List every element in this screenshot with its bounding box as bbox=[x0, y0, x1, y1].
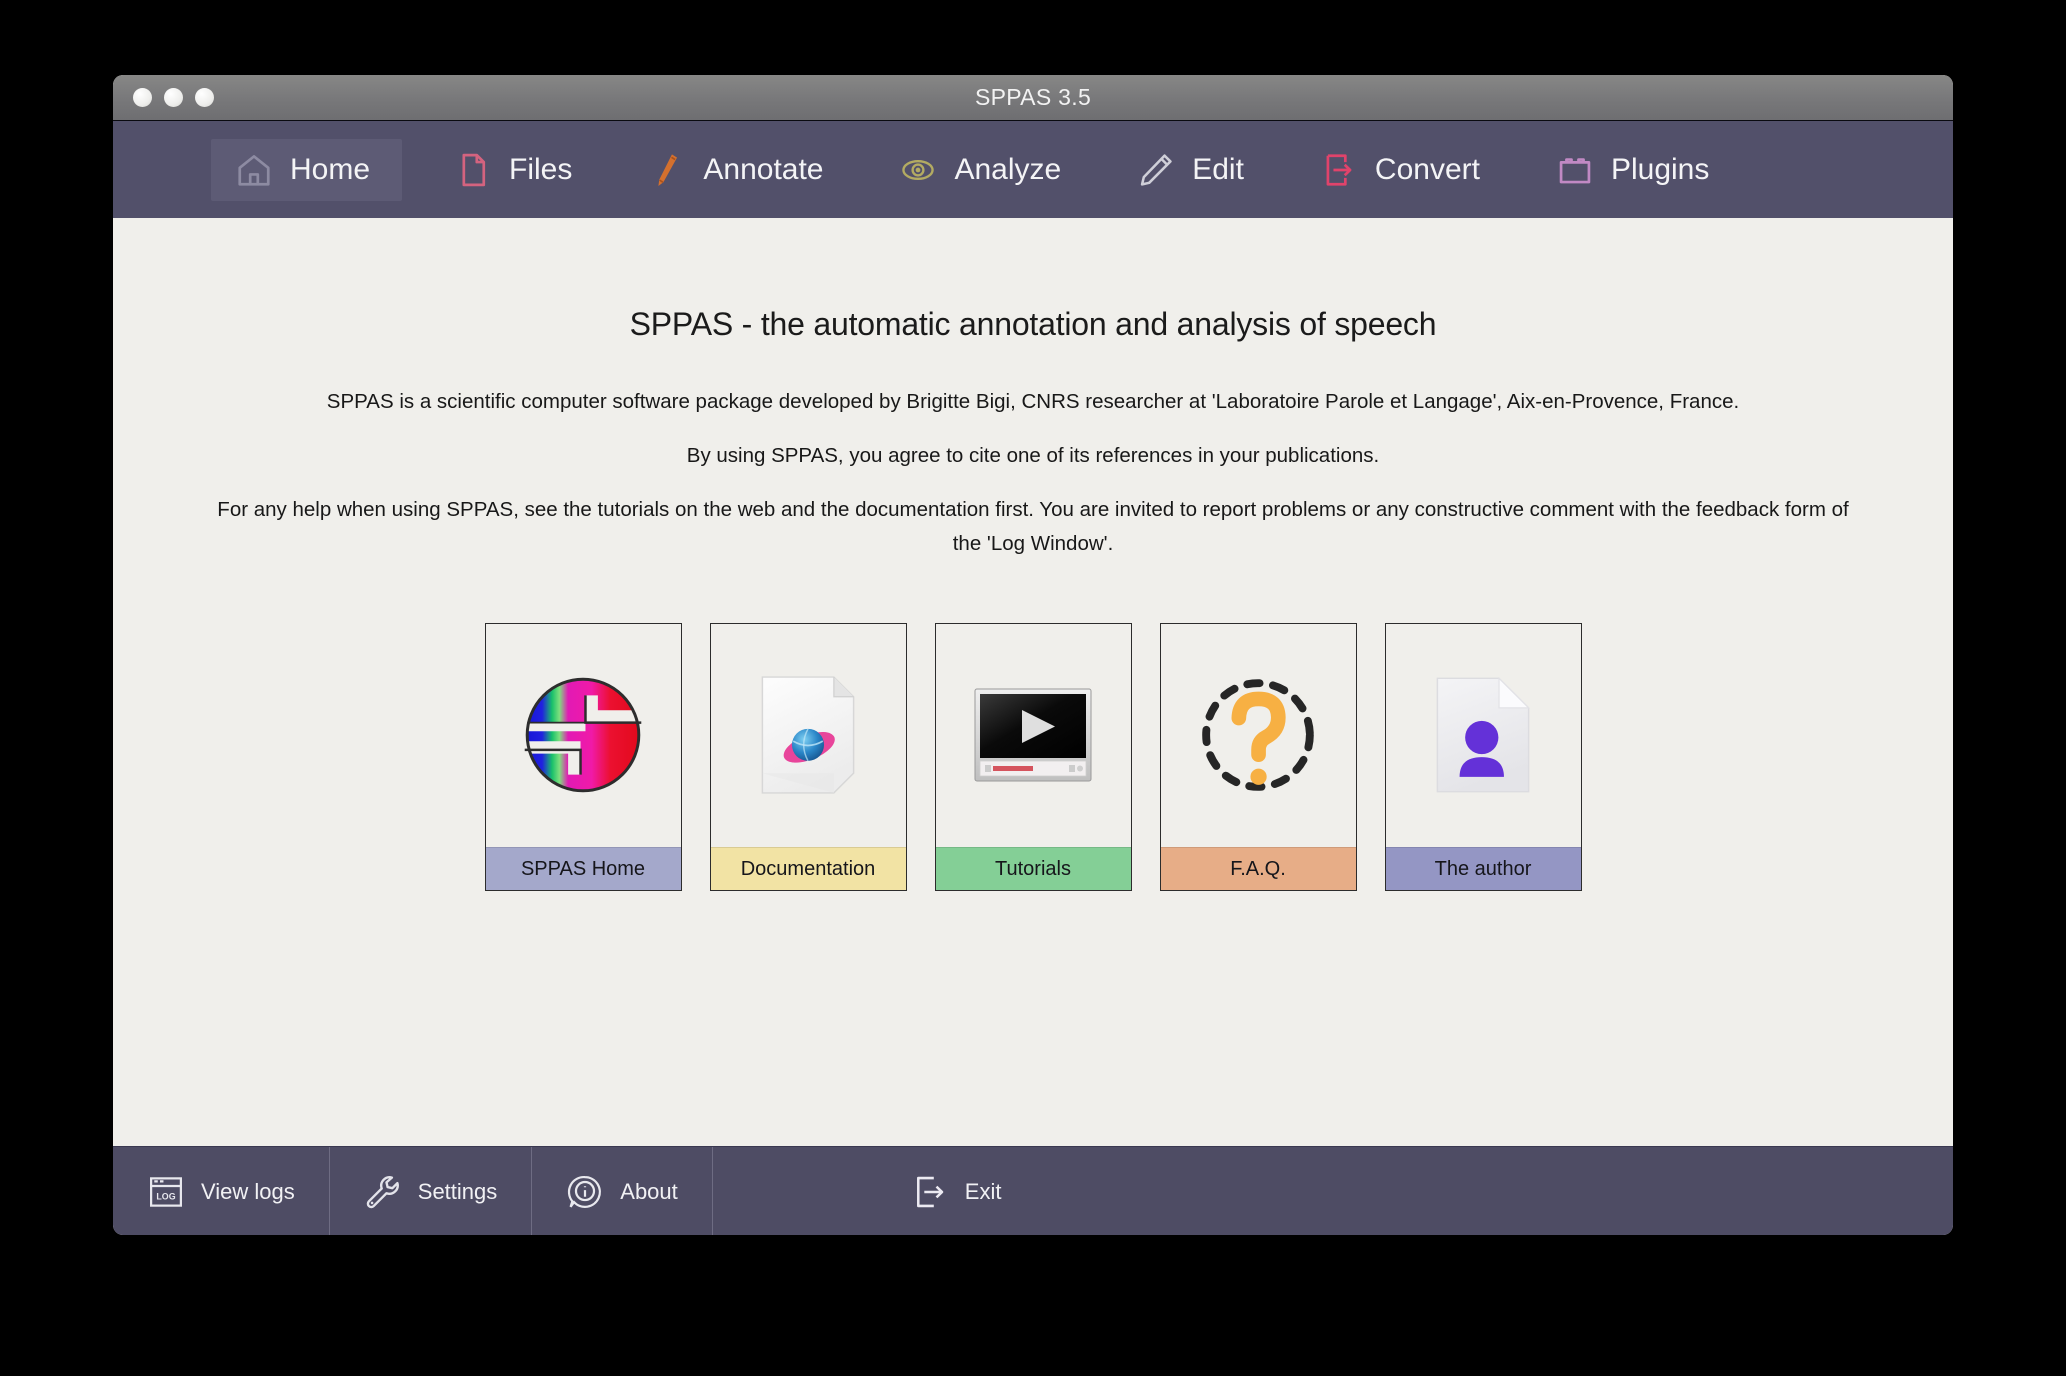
about-label: About bbox=[620, 1179, 678, 1204]
home-content-panel: SPPAS - the automatic annotation and ana… bbox=[113, 218, 1953, 1146]
intro-paragraph-1: SPPAS is a scientific computer software … bbox=[326, 390, 1740, 413]
card-documentation[interactable]: Documentation bbox=[709, 622, 907, 891]
tab-convert[interactable]: Convert bbox=[1296, 139, 1504, 201]
shortcut-card-row: SPPAS Home Documentation Tutorials F.A.Q… bbox=[113, 622, 1953, 891]
zoom-button[interactable] bbox=[195, 88, 214, 107]
card-artwork bbox=[936, 624, 1131, 847]
page-title: SPPAS - the automatic annotation and ana… bbox=[629, 306, 1437, 342]
exit-button[interactable]: Exit bbox=[713, 1147, 1953, 1235]
sppas-logo-icon bbox=[524, 678, 642, 793]
tab-edit[interactable]: Edit bbox=[1113, 139, 1268, 201]
view-logs-button[interactable]: LOG View logs bbox=[113, 1147, 330, 1235]
lego-icon bbox=[1556, 150, 1594, 190]
minimize-button[interactable] bbox=[164, 88, 183, 107]
video-play-icon bbox=[974, 688, 1092, 782]
tab-convert-label: Convert bbox=[1374, 152, 1480, 186]
info-bubble-icon bbox=[566, 1173, 604, 1211]
sppas-main-window: SPPAS 3.5 Home Files Annotate Analyze Ed… bbox=[113, 75, 1953, 1235]
document-web-icon bbox=[761, 676, 855, 794]
tab-home-label: Home bbox=[290, 152, 371, 186]
exit-door-icon bbox=[911, 1173, 949, 1211]
card-artwork bbox=[486, 624, 681, 847]
card-artwork bbox=[1161, 624, 1356, 847]
bottom-action-bar: LOG View logs Settings About Exit bbox=[113, 1146, 1953, 1235]
intro-paragraph-3: For any help when using SPPAS, see the t… bbox=[217, 498, 1849, 555]
svg-text:LOG: LOG bbox=[156, 1191, 175, 1201]
person-card-icon bbox=[1436, 677, 1531, 793]
home-icon bbox=[235, 150, 273, 190]
card-sppas-home[interactable]: SPPAS Home bbox=[484, 622, 682, 891]
main-toolbar: Home Files Annotate Analyze Edit Convert… bbox=[113, 121, 1953, 218]
window-controls bbox=[133, 75, 214, 120]
card-label: Tutorials bbox=[935, 846, 1131, 890]
card-artwork bbox=[1386, 624, 1581, 847]
window-title: SPPAS 3.5 bbox=[974, 84, 1092, 110]
card-label: Documentation bbox=[710, 846, 906, 890]
tab-files[interactable]: Files bbox=[430, 139, 596, 201]
card-faq[interactable]: F.A.Q. bbox=[1159, 622, 1357, 891]
card-label: The author bbox=[1385, 846, 1581, 890]
exit-label: Exit bbox=[964, 1179, 1002, 1204]
tab-home[interactable]: Home bbox=[211, 138, 403, 201]
tab-analyze[interactable]: Analyze bbox=[875, 139, 1085, 201]
close-button[interactable] bbox=[133, 88, 152, 107]
intro-paragraph-2: By using SPPAS, you agree to cite one of… bbox=[686, 444, 1380, 468]
wrench-icon bbox=[364, 1173, 402, 1211]
about-button[interactable]: About bbox=[532, 1147, 713, 1235]
tab-annotate[interactable]: Annotate bbox=[624, 139, 847, 201]
tab-plugins-label: Plugins bbox=[1610, 152, 1710, 186]
window-titlebar: SPPAS 3.5 bbox=[113, 75, 1953, 121]
tab-annotate-label: Annotate bbox=[703, 152, 824, 186]
pen-icon bbox=[648, 150, 686, 190]
tab-analyze-label: Analyze bbox=[954, 152, 1062, 186]
tab-edit-label: Edit bbox=[1192, 152, 1244, 186]
card-label: SPPAS Home bbox=[485, 846, 681, 890]
tab-files-label: Files bbox=[509, 152, 573, 186]
tab-plugins[interactable]: Plugins bbox=[1532, 139, 1733, 201]
pencil-icon bbox=[1137, 150, 1175, 190]
file-icon bbox=[454, 150, 492, 190]
settings-button[interactable]: Settings bbox=[330, 1147, 533, 1235]
log-window-icon: LOG bbox=[147, 1173, 185, 1211]
export-icon bbox=[1320, 150, 1358, 190]
question-icon bbox=[1202, 679, 1314, 792]
card-label: F.A.Q. bbox=[1160, 846, 1356, 890]
card-the-author[interactable]: The author bbox=[1384, 622, 1582, 891]
eye-icon bbox=[899, 150, 937, 190]
card-tutorials[interactable]: Tutorials bbox=[934, 622, 1132, 891]
settings-label: Settings bbox=[417, 1179, 498, 1204]
card-artwork bbox=[711, 624, 906, 847]
view-logs-label: View logs bbox=[201, 1179, 295, 1204]
intro-text-block: SPPAS is a scientific computer software … bbox=[113, 385, 1953, 560]
